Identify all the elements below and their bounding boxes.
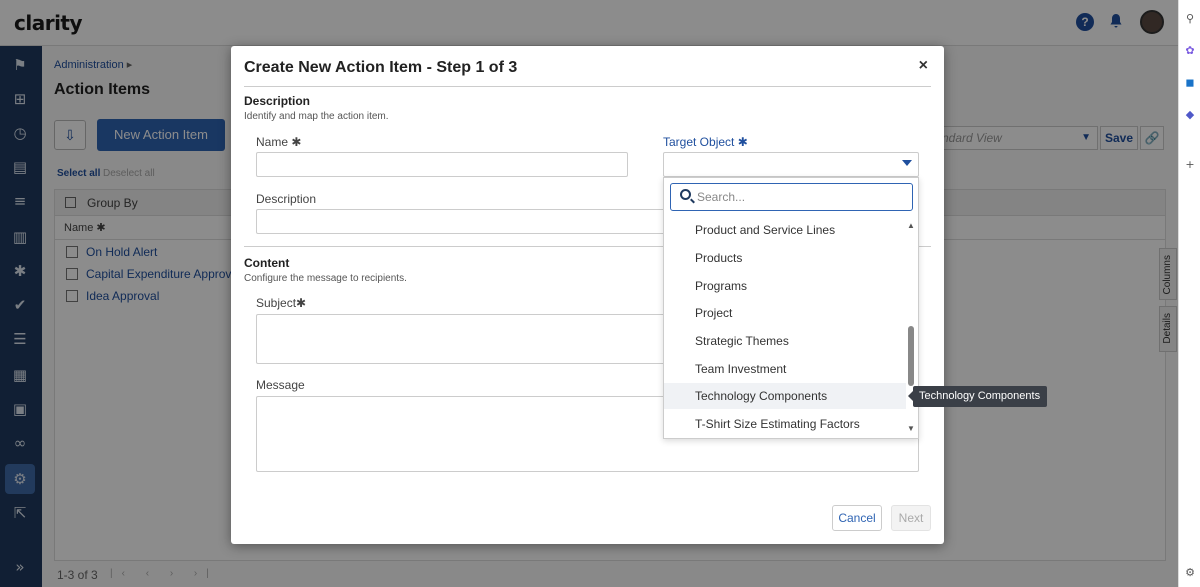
list-item[interactable]: Product and Service Lines [664, 217, 906, 243]
chevron-down-icon [902, 160, 912, 166]
message-label: Message [256, 378, 305, 392]
dialog-title: Create New Action Item - Step 1 of 3 [244, 59, 518, 76]
description-section-sub: Identify and map the action item. [244, 111, 389, 122]
list-item[interactable]: T-Shirt Size Estimating Factors [664, 411, 906, 437]
search-icon[interactable]: ⚲ [1183, 12, 1197, 26]
copilot-icon[interactable]: ✿ [1183, 44, 1197, 58]
next-button[interactable]: Next [891, 505, 931, 531]
target-object-label: Target Object ✱ [663, 135, 748, 149]
list-item[interactable]: Programs [664, 273, 906, 299]
description-label: Description [256, 192, 317, 206]
teams-icon[interactable]: ◆ [1183, 108, 1197, 122]
browser-side-strip: ⚲ ✿ ◼ ◆ + ⚙ [1178, 0, 1200, 587]
cancel-button[interactable]: Cancel [832, 505, 882, 531]
list-item[interactable]: Strategic Themes [664, 328, 906, 354]
add-icon[interactable]: + [1183, 158, 1197, 172]
create-action-item-dialog: Create New Action Item - Step 1 of 3 × D… [231, 46, 944, 544]
close-icon[interactable]: × [919, 57, 928, 75]
divider [244, 86, 931, 87]
search-input[interactable] [697, 190, 907, 204]
subject-label: Subject✱ [256, 296, 307, 310]
dropdown-search[interactable] [670, 183, 913, 211]
description-section-heading: Description [244, 94, 311, 108]
scroll-up-icon[interactable]: ▲ [907, 221, 915, 230]
list-item[interactable]: Team Investment [664, 356, 906, 382]
target-object-select[interactable] [663, 152, 919, 177]
list-item[interactable]: Products [664, 245, 906, 271]
settings-icon[interactable]: ⚙ [1183, 566, 1197, 580]
dropdown-scrollbar[interactable] [908, 326, 914, 386]
scroll-down-icon[interactable]: ▼ [907, 424, 915, 433]
outlook-icon[interactable]: ◼ [1183, 76, 1197, 90]
search-icon [680, 189, 691, 200]
target-object-dropdown: ▲ Product and Service Lines Products Pro… [663, 177, 919, 439]
content-section-heading: Content [244, 256, 290, 270]
content-section-sub: Configure the message to recipients. [244, 273, 407, 284]
list-item[interactable]: Project [664, 300, 906, 326]
list-item-hovered[interactable]: Technology Components [664, 383, 906, 409]
name-label: Name ✱ [256, 135, 302, 149]
name-field[interactable] [256, 152, 628, 177]
tooltip: Technology Components [908, 386, 1047, 407]
